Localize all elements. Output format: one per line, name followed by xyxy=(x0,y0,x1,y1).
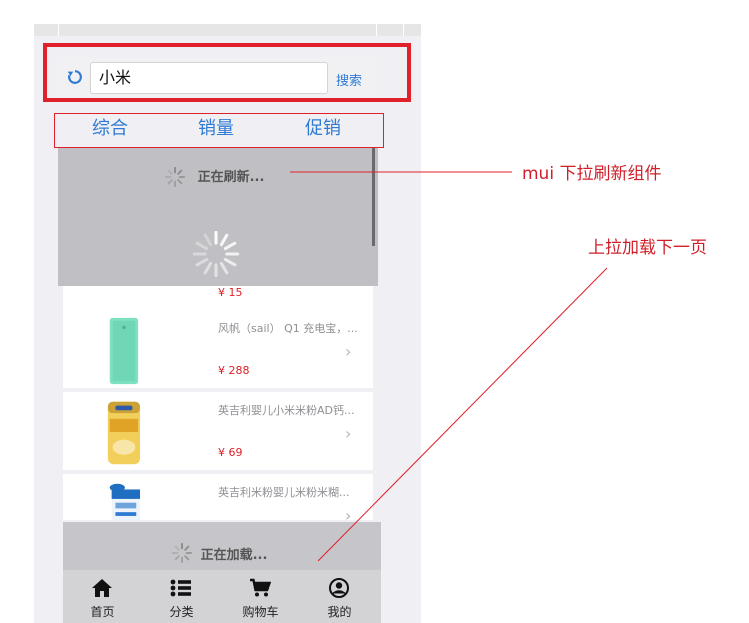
nav-label: 购物车 xyxy=(242,605,279,619)
nav-category[interactable]: 分类 xyxy=(142,570,221,623)
product-image xyxy=(107,401,141,465)
product-price: ¥ 15 xyxy=(218,286,243,299)
nav-label: 分类 xyxy=(169,605,194,619)
product-image xyxy=(109,483,141,520)
nav-cart[interactable]: 购物车 xyxy=(221,570,300,623)
nav-home[interactable]: 首页 xyxy=(63,570,142,623)
chevron-right-icon: › xyxy=(345,506,352,520)
scrollbar[interactable] xyxy=(372,148,375,246)
product-image xyxy=(109,317,139,385)
chevron-right-icon: › xyxy=(345,424,352,443)
annotation-box-tabs xyxy=(54,113,384,148)
pull-load-label: 正在加载... xyxy=(200,548,268,563)
home-icon xyxy=(92,579,112,597)
annotation-box-search xyxy=(43,43,411,102)
product-title: 风帆（sail） Q1 充电宝，... xyxy=(218,322,358,335)
product-title: 英吉利米粉婴儿米粉米糊... xyxy=(218,486,350,499)
pull-refresh-label: 正在刷新... xyxy=(197,170,265,185)
annotation-load-note: 上拉加载下一页 xyxy=(588,238,707,258)
list-item[interactable]: 英吉利婴儿小米米粉AD钙... › ¥ 69 xyxy=(63,392,373,470)
nav-label: 我的 xyxy=(327,605,352,619)
spinner-icon xyxy=(192,230,240,278)
product-price: ¥ 288 xyxy=(218,364,250,377)
list-item[interactable]: 风帆（sail） Q1 充电宝，... › ¥ 288 xyxy=(63,310,373,388)
nav-label: 首页 xyxy=(90,605,115,619)
nav-profile[interactable]: 我的 xyxy=(300,570,379,623)
annotation-refresh-note: mui 下拉刷新组件 xyxy=(522,164,662,184)
top-bar xyxy=(34,24,421,36)
list-icon xyxy=(170,579,191,597)
pull-refresh-indicator: 正在刷新... xyxy=(58,148,378,286)
chevron-right-icon: › xyxy=(345,342,352,361)
bottom-tab-bar: 首页 分类 购物车 我的 xyxy=(63,570,381,623)
pull-load-indicator: 正在加载... xyxy=(63,522,381,570)
cart-icon xyxy=(250,578,271,597)
product-price: ¥ 69 xyxy=(218,446,243,459)
list-item[interactable]: 英吉利米粉婴儿米粉米糊... › ¥ 0 xyxy=(63,474,373,520)
product-title: 英吉利婴儿小米米粉AD钙... xyxy=(218,404,355,417)
user-icon xyxy=(329,578,349,598)
